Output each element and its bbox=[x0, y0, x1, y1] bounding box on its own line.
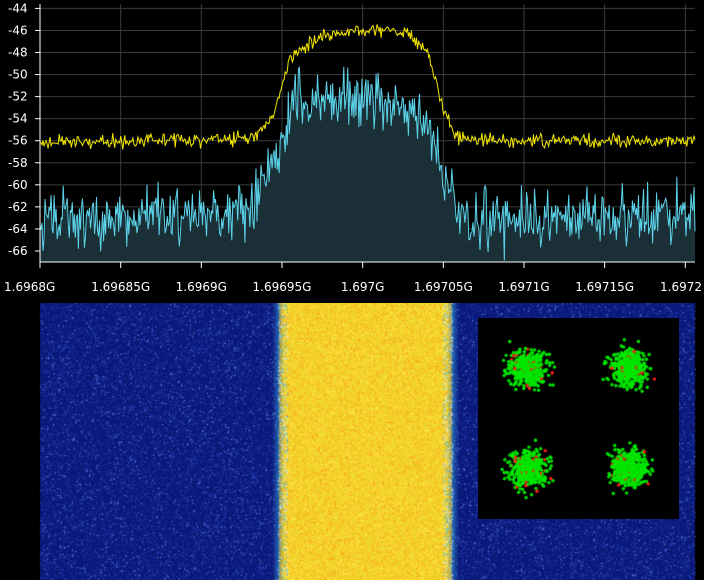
x-tick-label: 1.6972 bbox=[660, 280, 702, 294]
y-tick-label: -50 bbox=[8, 68, 28, 82]
y-tick-label: -66 bbox=[8, 244, 28, 258]
y-tick-label: -64 bbox=[8, 222, 28, 236]
y-tick-label: -44 bbox=[8, 1, 28, 15]
y-tick-label: -54 bbox=[8, 112, 28, 126]
x-tick-label: 1.69695G bbox=[253, 280, 312, 294]
x-tick-label: 1.6971G bbox=[498, 280, 549, 294]
constellation-plot bbox=[478, 318, 679, 519]
y-tick-label: -62 bbox=[8, 200, 28, 214]
x-tick-label: 1.6968G bbox=[4, 280, 55, 294]
x-tick-label: 1.697G bbox=[341, 280, 385, 294]
y-tick-label: -52 bbox=[8, 90, 28, 104]
y-tick-label: -46 bbox=[8, 23, 28, 37]
x-tick-label: 1.6969G bbox=[176, 280, 227, 294]
y-tick-label: -56 bbox=[8, 134, 28, 148]
x-tick-label: 1.69685G bbox=[91, 280, 150, 294]
y-tick-label: -60 bbox=[8, 178, 28, 192]
x-tick-label: 1.69705G bbox=[414, 280, 473, 294]
spectrum-plot[interactable]: -44 -46 -48 -50 -52 -54 -56 -58 -60 -62 -64 -66 1.6… bbox=[0, 0, 704, 303]
x-tick-label: 1.69715G bbox=[575, 280, 634, 294]
y-tick-label: -58 bbox=[8, 156, 28, 170]
y-tick-label: -48 bbox=[8, 46, 28, 60]
